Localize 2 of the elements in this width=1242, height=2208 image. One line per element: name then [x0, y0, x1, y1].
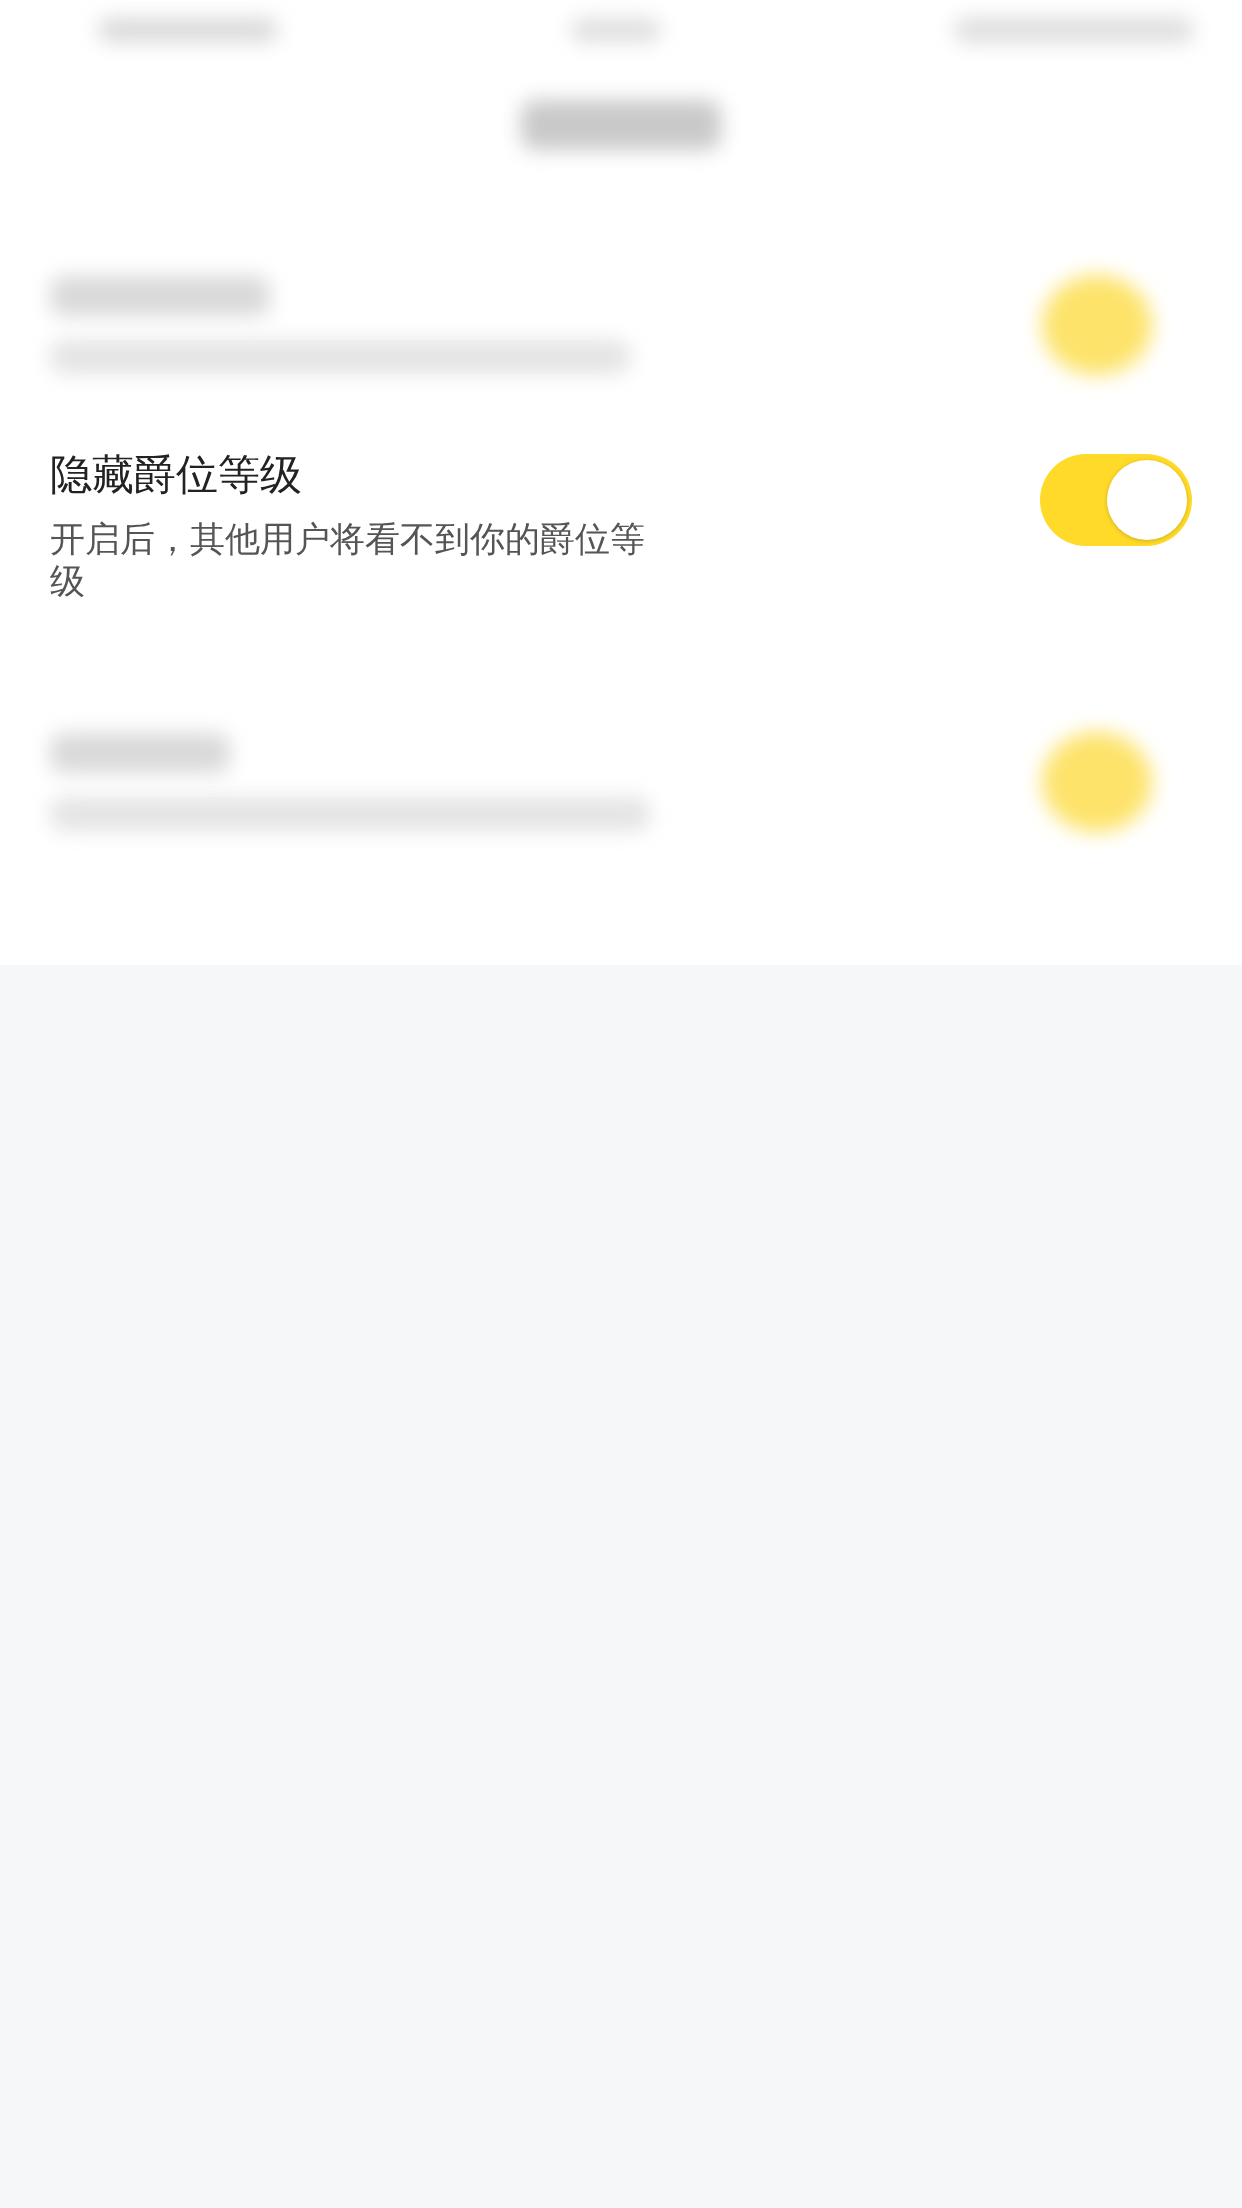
setting-title: 隐藏爵位等级	[50, 450, 303, 501]
setting-description: 开启后，其他用户将看不到你的爵位等级	[50, 518, 646, 603]
